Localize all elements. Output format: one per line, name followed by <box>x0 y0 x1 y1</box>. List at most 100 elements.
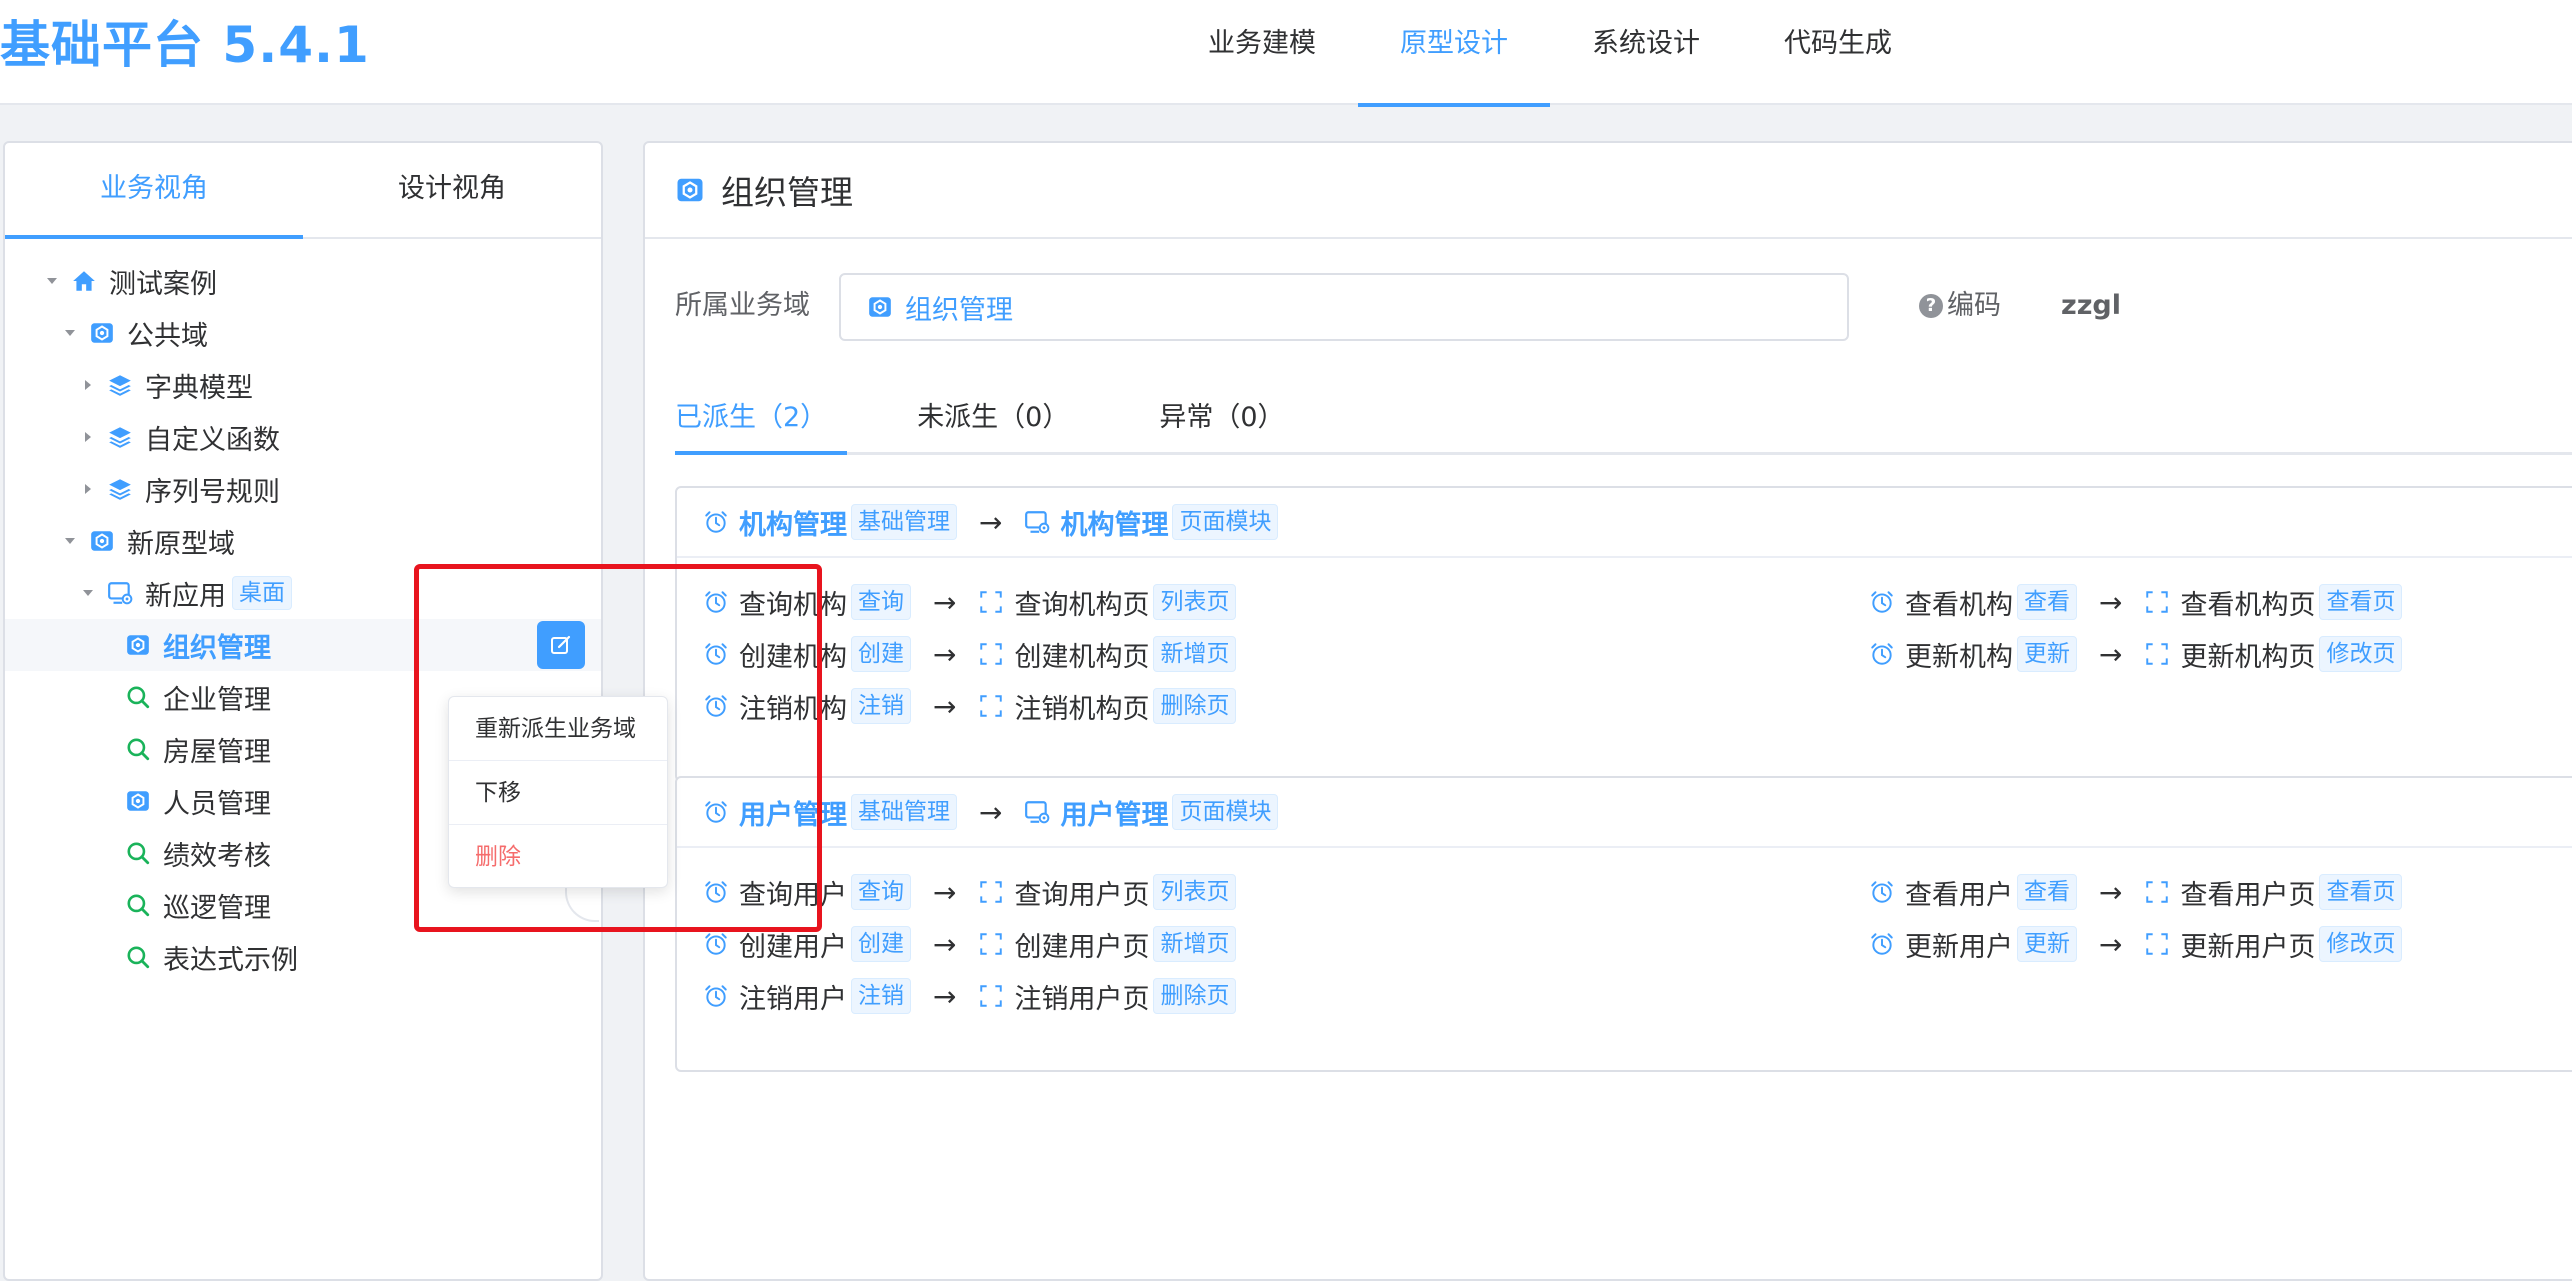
action-name[interactable]: 创建用户 <box>739 925 847 964</box>
caret-right-icon[interactable] <box>77 374 99 396</box>
edit-icon <box>549 633 573 657</box>
nav-item-prototype-design[interactable]: 原型设计 <box>1358 0 1550 107</box>
caret-down-icon[interactable] <box>59 322 81 344</box>
alarm-icon <box>1869 589 1895 615</box>
tab-abnormal[interactable]: 异常（0） <box>1159 385 1284 452</box>
action-name[interactable]: 查询用户 <box>739 873 847 912</box>
arrow-icon: → <box>933 585 957 619</box>
action-name[interactable]: 查询机构 <box>739 583 847 622</box>
menu-item-move-down[interactable]: 下移 <box>449 761 667 825</box>
layers-icon <box>107 424 133 450</box>
menu-item-delete[interactable]: 删除 <box>449 825 667 889</box>
page-name[interactable]: 注销机构页 <box>1014 687 1149 726</box>
tree-node[interactable]: 表达式示例 <box>5 931 601 983</box>
page-name[interactable]: 更新用户页 <box>2180 925 2315 964</box>
target-module-tag: 页面模块 <box>1172 794 1279 830</box>
tab-business-view[interactable]: 业务视角 <box>5 143 303 239</box>
page-name[interactable]: 更新机构页 <box>2180 635 2315 674</box>
tree-node[interactable]: 字典模型 <box>5 359 601 411</box>
source-module-name[interactable]: 机构管理 <box>739 503 847 542</box>
nav-item-business-modeling[interactable]: 业务建模 <box>1166 0 1358 105</box>
page-frame-icon <box>978 641 1004 667</box>
action-name[interactable]: 更新用户 <box>1905 925 2013 964</box>
alarm-icon <box>1869 641 1895 667</box>
tree-node-label: 自定义函数 <box>145 424 280 456</box>
help-icon[interactable]: ? <box>1919 294 1943 318</box>
tab-not-derived[interactable]: 未派生（0） <box>917 385 1069 452</box>
action-name[interactable]: 查看用户 <box>1905 873 2013 912</box>
tree-node[interactable]: 新应用 桌面 <box>5 567 601 619</box>
page-name[interactable]: 注销用户页 <box>1014 977 1149 1016</box>
page-frame-icon <box>2144 589 2170 615</box>
caret-down-icon[interactable] <box>41 270 63 292</box>
page-name[interactable]: 查询机构页 <box>1014 583 1149 622</box>
action-name[interactable]: 创建机构 <box>739 635 847 674</box>
arrow-icon: → <box>2099 875 2123 909</box>
action-mapping-row: 查询用户 查询 → 查询用户页 列表页 <box>703 866 1237 918</box>
page-tag: 查看页 <box>2319 584 2403 620</box>
tree-node-label: 新原型域 <box>127 528 235 560</box>
menu-item-rederive-domain[interactable]: 重新派生业务域 <box>449 697 667 761</box>
action-tag: 更新 <box>2017 926 2077 962</box>
target-module-name[interactable]: 用户管理 <box>1060 793 1168 832</box>
target-module-name[interactable]: 机构管理 <box>1060 503 1168 542</box>
nav-item-code-generation[interactable]: 代码生成 <box>1742 0 1934 105</box>
page-frame-icon <box>978 931 1004 957</box>
alarm-icon <box>703 509 729 535</box>
domain-icon <box>89 320 115 346</box>
edit-button[interactable] <box>537 621 585 669</box>
action-tag: 注销 <box>851 978 911 1014</box>
card-header: 机构管理 基础管理 → 机构管理 页面模块 <box>677 488 2572 558</box>
page-tag: 删除页 <box>1153 688 1237 724</box>
page-name[interactable]: 创建用户页 <box>1014 925 1149 964</box>
caret-down-icon[interactable] <box>77 582 99 604</box>
domain-field[interactable]: 组织管理 <box>839 273 1849 341</box>
page-frame-icon <box>978 879 1004 905</box>
action-mapping-row: 查看用户 查看 → 查看用户页 查看页 <box>1869 866 2403 918</box>
view-tabs: 业务视角 设计视角 <box>5 143 601 239</box>
tree-node[interactable]: 公共域 <box>5 307 601 359</box>
search-green-icon <box>125 736 151 762</box>
arrow-icon: → <box>2099 637 2123 671</box>
caret-right-icon[interactable] <box>77 426 99 448</box>
tree-node[interactable]: 测试案例 <box>5 255 601 307</box>
tree-node[interactable]: 自定义函数 <box>5 411 601 463</box>
page-name[interactable]: 创建机构页 <box>1014 635 1149 674</box>
action-name[interactable]: 查看机构 <box>1905 583 2013 622</box>
tree-node-tag: 桌面 <box>232 576 292 610</box>
action-mapping-row: 注销机构 注销 → 注销机构页 删除页 <box>703 680 1237 732</box>
nav-item-system-design[interactable]: 系统设计 <box>1550 0 1742 105</box>
card-body: 查询机构 查询 → 查询机构页 列表页 查看机构 查看 → 查看机构页 查看页 创建机构 创建 → 创建机… <box>677 558 2572 780</box>
module-card: 用户管理 基础管理 → 用户管理 页面模块 查询用户 查询 → 查询用户页 列表页 查看用户 查看 → 查… <box>675 776 2572 1072</box>
page-tag: 列表页 <box>1153 874 1237 910</box>
page-name[interactable]: 查询用户页 <box>1014 873 1149 912</box>
page-name[interactable]: 查看用户页 <box>2180 873 2315 912</box>
tree-node[interactable]: 组织管理 <box>5 619 601 671</box>
tree-node[interactable]: 新原型域 <box>5 515 601 567</box>
code-label-text: 编码 <box>1947 290 2001 321</box>
alarm-icon <box>1869 879 1895 905</box>
action-tag: 更新 <box>2017 636 2077 672</box>
arrow-icon: → <box>933 979 957 1013</box>
page-name[interactable]: 查看机构页 <box>2180 583 2315 622</box>
arrow-icon: → <box>2099 585 2123 619</box>
layers-icon <box>107 372 133 398</box>
tab-derived[interactable]: 已派生（2） <box>675 385 848 455</box>
search-green-icon <box>125 840 151 866</box>
action-name[interactable]: 注销用户 <box>739 977 847 1016</box>
source-module-name[interactable]: 用户管理 <box>739 793 847 832</box>
page-tag: 新增页 <box>1153 926 1237 962</box>
tree-node-label: 表达式示例 <box>163 944 298 976</box>
action-name[interactable]: 更新机构 <box>1905 635 2013 674</box>
status-tabs: 已派生（2） 未派生（0） 异常（0） <box>675 385 2572 455</box>
action-tag: 查询 <box>851 584 911 620</box>
search-green-icon <box>125 892 151 918</box>
action-name[interactable]: 注销机构 <box>739 687 847 726</box>
caret-down-icon[interactable] <box>59 530 81 552</box>
tab-design-view[interactable]: 设计视角 <box>303 143 601 237</box>
tree-node[interactable]: 序列号规则 <box>5 463 601 515</box>
domain-icon <box>867 294 893 320</box>
desktop-app-icon <box>107 580 133 606</box>
page-frame-icon <box>978 983 1004 1009</box>
caret-right-icon[interactable] <box>77 478 99 500</box>
